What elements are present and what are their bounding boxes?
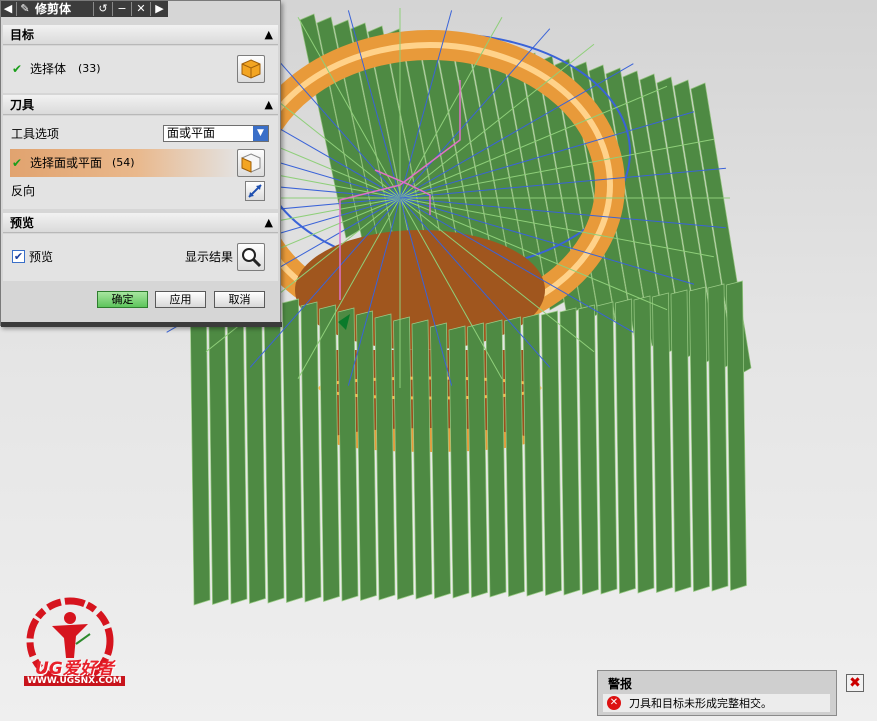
preview-checkbox[interactable]: ✔ xyxy=(12,250,25,263)
fin-panel xyxy=(300,301,322,603)
collapse-left-icon[interactable]: ◀ xyxy=(1,2,15,16)
tool-option-label: 工具选项 xyxy=(11,127,60,141)
ok-button[interactable]: 确定 xyxy=(97,291,148,308)
select-face-label: 选择面或平面 xyxy=(30,156,103,170)
section-target-title: 目标 xyxy=(10,28,35,42)
trim-body-dialog: ◀ ✎ 修剪体 ↺ − ✕ ▶ 目标 ▲ ✔ 选择体 (33) 刀具 ▲ 工具选… xyxy=(0,0,282,327)
show-result-button[interactable] xyxy=(237,243,265,271)
wrench-icon[interactable]: ✎ xyxy=(16,2,33,16)
select-face-count: (54) xyxy=(112,156,135,169)
fin-panel xyxy=(578,304,599,595)
fin-panel xyxy=(263,295,285,604)
check-icon: ✔ xyxy=(12,156,23,170)
section-target-header[interactable]: 目标 ▲ xyxy=(3,25,278,45)
tool-option-value: 面或平面 xyxy=(167,126,216,140)
tool-option-select[interactable]: 面或平面 ▼ xyxy=(163,125,269,142)
check-icon: ✔ xyxy=(12,62,23,76)
dialog-title: 修剪体 xyxy=(35,2,72,16)
minimize-icon[interactable]: − xyxy=(112,2,131,16)
fin-panel xyxy=(189,283,211,606)
fin-panel xyxy=(226,289,248,605)
section-preview-body: ✔ 预览 显示结果 xyxy=(3,234,278,281)
reverse-direction-icon xyxy=(248,184,262,198)
chevron-up-icon[interactable]: ▲ xyxy=(265,213,273,233)
expand-right-icon[interactable]: ▶ xyxy=(150,2,168,16)
dialog-titlebar: ◀ ✎ 修剪体 ↺ − ✕ ▶ xyxy=(1,1,168,17)
reset-icon[interactable]: ↺ xyxy=(93,2,112,16)
section-preview-header[interactable]: 预览 ▲ xyxy=(3,213,278,233)
fin-panel xyxy=(596,301,618,595)
cancel-button[interactable]: 取消 xyxy=(214,291,265,308)
fin-panel xyxy=(319,304,340,602)
apply-button[interactable]: 应用 xyxy=(155,291,206,308)
fin-panel xyxy=(282,298,303,603)
warning-title: 警报 xyxy=(608,677,633,691)
chevron-up-icon[interactable]: ▲ xyxy=(265,25,273,45)
show-result-label: 显示结果 xyxy=(185,250,234,264)
close-icon[interactable]: ✕ xyxy=(131,2,150,16)
fin-panel xyxy=(245,292,266,604)
select-face-button[interactable] xyxy=(237,149,265,177)
preview-label: 预览 xyxy=(29,250,54,264)
magnifier-icon xyxy=(242,248,262,268)
select-body-button[interactable] xyxy=(237,55,265,83)
section-tool-header[interactable]: 刀具 ▲ xyxy=(3,95,278,115)
fin-panel xyxy=(541,310,562,596)
reverse-label: 反向 xyxy=(11,184,36,198)
chevron-down-icon[interactable]: ▼ xyxy=(253,126,268,141)
chevron-up-icon[interactable]: ▲ xyxy=(265,95,273,115)
warning-panel: 警报 ✕ 刀具和目标未形成完整相交。 xyxy=(597,670,837,716)
select-body-label[interactable]: 选择体 xyxy=(30,61,66,77)
face-cube-icon xyxy=(241,153,261,173)
error-icon: ✕ xyxy=(607,696,621,710)
section-tool-body: 工具选项 面或平面 ▼ ✔ 选择面或平面 (54) 反向 xyxy=(3,116,278,209)
reverse-direction-button[interactable] xyxy=(245,181,265,201)
warning-close-button[interactable]: ✖ xyxy=(846,674,864,692)
warning-message-row: ✕ 刀具和目标未形成完整相交。 xyxy=(603,694,830,712)
select-body-count: (33) xyxy=(78,62,101,75)
section-tool-title: 刀具 xyxy=(10,98,35,112)
fin-panel xyxy=(208,286,229,605)
logo-url-text: WWW.UGSNX.COM xyxy=(24,676,125,686)
section-preview-title: 预览 xyxy=(10,216,35,230)
warning-message: 刀具和目标未形成完整相交。 xyxy=(629,697,772,710)
cube-icon xyxy=(241,59,261,79)
select-face-row[interactable]: ✔ 选择面或平面 (54) xyxy=(10,149,240,177)
fin-panel xyxy=(615,298,636,594)
dialog-footer-bar xyxy=(1,322,282,327)
section-target-body: ✔ 选择体 (33) xyxy=(3,46,278,93)
fin-panel xyxy=(559,307,581,596)
